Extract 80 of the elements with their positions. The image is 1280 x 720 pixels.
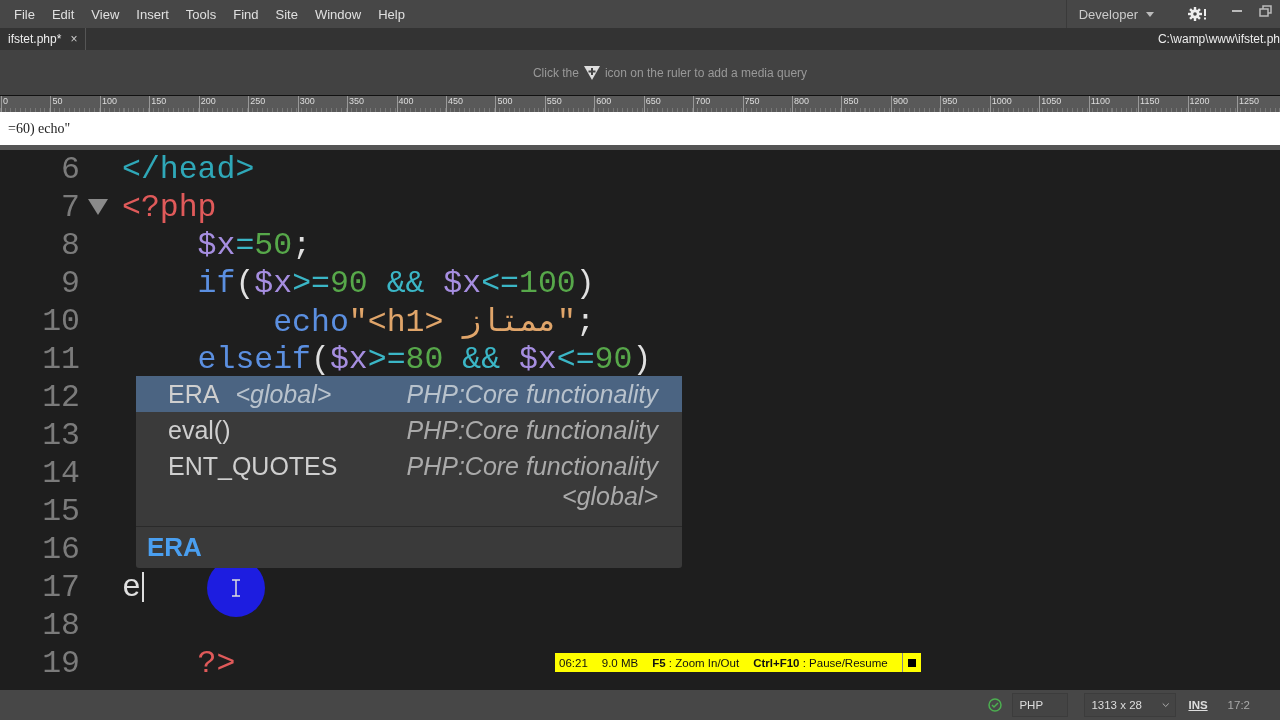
restore-icon[interactable] xyxy=(1259,5,1273,17)
ruler-label: 1250 xyxy=(1238,96,1259,106)
hint-text: Click the xyxy=(532,65,579,80)
code-line: <?php xyxy=(122,189,217,225)
line-number: 16 xyxy=(41,531,80,567)
code-line: if($x>=90 && $x<=100) xyxy=(197,265,595,301)
caret-icon xyxy=(1146,11,1154,17)
ruler-label: 300 xyxy=(299,96,315,106)
fold-icon[interactable] xyxy=(88,199,108,215)
line-number: 13 xyxy=(41,417,80,453)
ruler-label: 900 xyxy=(892,96,908,106)
line-number: 12 xyxy=(41,379,80,415)
ruler-label: 1000 xyxy=(991,96,1012,106)
insert-mode[interactable]: INS xyxy=(1188,699,1208,711)
ruler-label: 0 xyxy=(3,96,8,106)
ruler-label: 200 xyxy=(200,96,216,106)
ruler-label: 150 xyxy=(151,96,167,106)
menu-item[interactable]: Window xyxy=(314,6,362,22)
settings-icon[interactable] xyxy=(1188,6,1208,22)
line-number: 7 xyxy=(60,189,80,225)
completion-item[interactable]: eval() PHP:Core functionality xyxy=(136,412,682,448)
menu-item[interactable]: Tools xyxy=(185,6,217,22)
ruler-label: 600 xyxy=(596,96,612,106)
ruler-label: 1200 xyxy=(1189,96,1210,106)
code-line: e xyxy=(122,569,141,605)
ruler-label: 250 xyxy=(250,96,266,106)
line-number: 18 xyxy=(41,607,80,643)
line-number: 9 xyxy=(60,265,80,301)
line-number: 19 xyxy=(41,645,80,681)
menu-item[interactable]: View xyxy=(91,6,120,22)
add-media-query-icon xyxy=(583,65,600,80)
completion-item[interactable]: ENT_QUOTES PHP:Core functionality <global> xyxy=(136,448,682,514)
ruler-label: 50 xyxy=(52,96,63,106)
cursor-position: 17:2 xyxy=(1227,699,1250,711)
ruler-label: 750 xyxy=(744,96,760,106)
menu-item[interactable]: Help xyxy=(378,6,405,22)
ruler-label: 550 xyxy=(546,96,562,106)
file-path: C:\wamp\www\ifstet.ph xyxy=(1157,32,1280,46)
code-line: </head> xyxy=(122,151,255,187)
ruler-label: 700 xyxy=(695,96,711,106)
menu-item[interactable]: Insert xyxy=(136,6,169,22)
menu-item[interactable]: File xyxy=(14,6,35,22)
ruler-label: 500 xyxy=(497,96,513,106)
ruler-label: 650 xyxy=(645,96,661,106)
ruler-label: 850 xyxy=(843,96,859,106)
ruler-label: 100 xyxy=(101,96,117,106)
recorder-time: 06:21 xyxy=(559,656,589,669)
ruler-label: 800 xyxy=(794,96,810,106)
hint-text: icon on the ruler to add a media query xyxy=(604,65,808,80)
ruler[interactable]: 0 50 100 150 200 250 300 350 400 450 500 550 600 650 700 750 800 850 900 950 1000 1050 1100 1150 1200 1250 xyxy=(0,96,1280,112)
ruler-label: 1050 xyxy=(1041,96,1062,106)
line-number: 14 xyxy=(41,455,80,491)
ruler-label: 1150 xyxy=(1140,96,1160,106)
line-number: 11 xyxy=(41,341,80,377)
ruler-label: 400 xyxy=(398,96,414,106)
close-icon[interactable]: × xyxy=(70,32,78,46)
line-number: 15 xyxy=(41,493,80,529)
language-dropdown[interactable]: PHP xyxy=(1012,693,1069,717)
ruler-label: 350 xyxy=(349,96,365,106)
shortcut-hint: Ctrl+F10 : Pause/Resume xyxy=(753,656,889,669)
menu-item[interactable]: Site xyxy=(275,6,298,22)
line-number: 10 xyxy=(41,303,80,339)
code-line: elseif($x>=80 && $x<=90) xyxy=(197,341,652,377)
menu-item[interactable]: Find xyxy=(233,6,259,22)
code-line: $x=50; xyxy=(197,227,312,263)
menu-item[interactable]: Edit xyxy=(51,6,75,22)
preview-text: ERA xyxy=(147,532,202,563)
line-number: 8 xyxy=(60,227,80,263)
ruler-label: 1100 xyxy=(1090,96,1110,106)
shortcut-hint: F5 : Zoom In/Out xyxy=(652,656,741,669)
recorder-size: 9.0 MB xyxy=(601,656,640,669)
line-number: 6 xyxy=(60,151,80,187)
code-line: ?> xyxy=(197,645,236,681)
ruler-label: 450 xyxy=(447,96,463,106)
live-view-text: =60) echo" xyxy=(8,120,71,137)
line-number: 17 xyxy=(41,569,80,605)
ruler-label: 950 xyxy=(942,96,958,106)
caret-icon xyxy=(1161,702,1170,708)
completion-item[interactable]: ERA <global> PHP:Core functionality xyxy=(136,376,682,412)
window-size-dropdown[interactable]: 1313 x 28 xyxy=(1084,693,1177,717)
